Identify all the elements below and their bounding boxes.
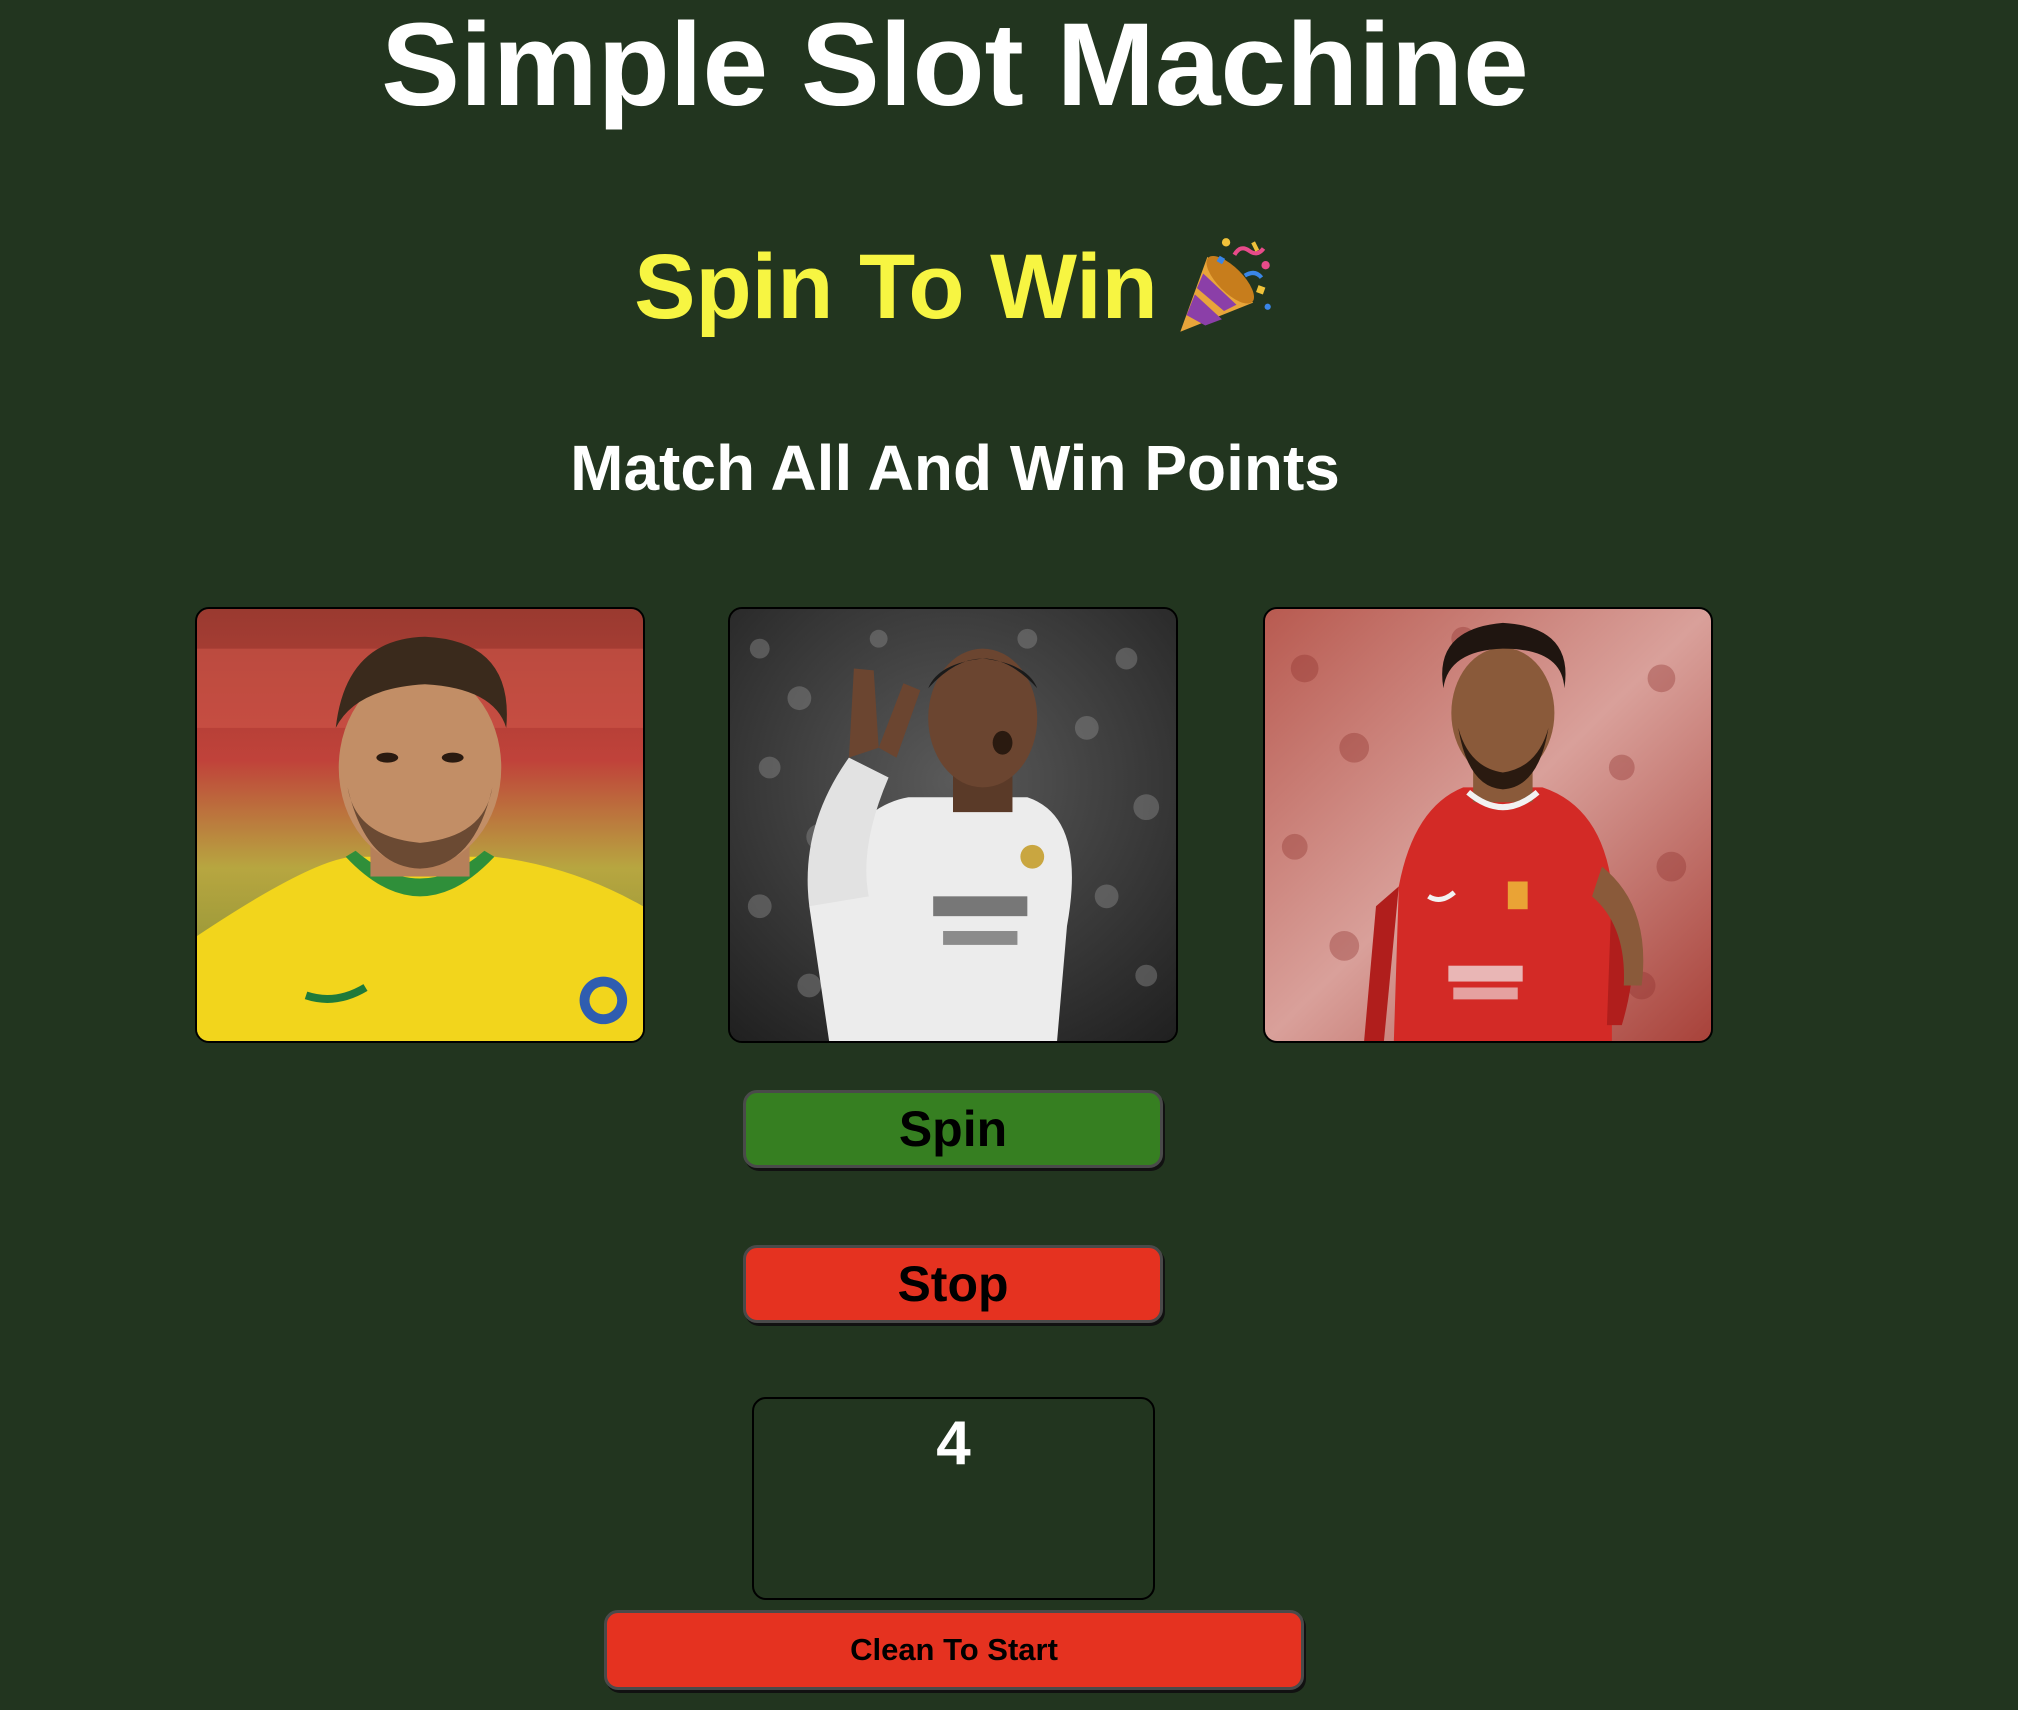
tagline: Match All And Win Points <box>570 432 1340 504</box>
spin-button[interactable]: Spin <box>743 1090 1163 1168</box>
reel-3 <box>1263 607 1713 1043</box>
score-display: 4 <box>752 1397 1155 1600</box>
player-yellow-jersey-image <box>197 609 643 1041</box>
party-popper-icon <box>1172 234 1276 338</box>
clean-to-start-button[interactable]: Clean To Start <box>604 1610 1304 1690</box>
player-red-jersey-image <box>1265 609 1711 1041</box>
subtitle-text: Spin To Win <box>634 236 1158 338</box>
page-title: Simple Slot Machine <box>381 0 1529 131</box>
player-white-jersey-image <box>730 609 1176 1041</box>
reel-2 <box>728 607 1178 1043</box>
subtitle: Spin To Win <box>0 232 1910 346</box>
score-value: 4 <box>936 1409 971 1478</box>
stop-button[interactable]: Stop <box>743 1245 1163 1323</box>
reel-1 <box>195 607 645 1043</box>
